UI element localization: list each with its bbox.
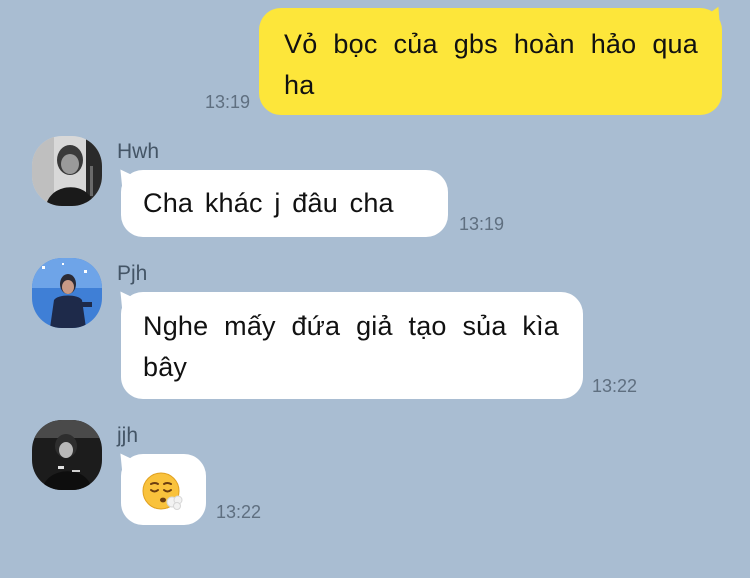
avatar[interactable] [32, 136, 102, 206]
avatar[interactable] [32, 420, 102, 490]
chat-window: { "messages": [ { "direction": "sent", "… [0, 0, 750, 578]
user-photo-blue-icon [32, 258, 102, 328]
sender-name: Pjh [117, 262, 148, 285]
sender-name: Hwh [117, 140, 160, 163]
message-timestamp: 13:19 [205, 92, 251, 112]
received-message-bubble[interactable]: Cha khác j đâu cha [121, 170, 448, 237]
user-photo-dark-icon [32, 136, 102, 206]
sender-name: jjh [117, 424, 139, 447]
sent-message-bubble[interactable]: Vỏ bọc của gbs hoàn hảo qua ha [259, 8, 722, 115]
message-timestamp: 13:19 [459, 214, 505, 234]
message-timestamp: 13:22 [592, 376, 638, 396]
message-text: Cha khác j đâu cha [143, 188, 394, 218]
message-timestamp: 13:22 [216, 502, 262, 522]
received-message-bubble[interactable]: Nghe mấy đứa giả tạo sủa kìa bây [121, 292, 583, 399]
message-text: Nghe mấy đứa giả tạo sủa kìa bây [143, 311, 559, 382]
face-exhaling-emoji-icon [142, 472, 183, 510]
message-text: Vỏ bọc của gbs hoàn hảo qua ha [284, 29, 698, 100]
avatar[interactable] [32, 258, 102, 328]
received-message-bubble[interactable]: 😮‍💨 [121, 454, 206, 525]
user-photo-stage-icon [32, 420, 102, 490]
